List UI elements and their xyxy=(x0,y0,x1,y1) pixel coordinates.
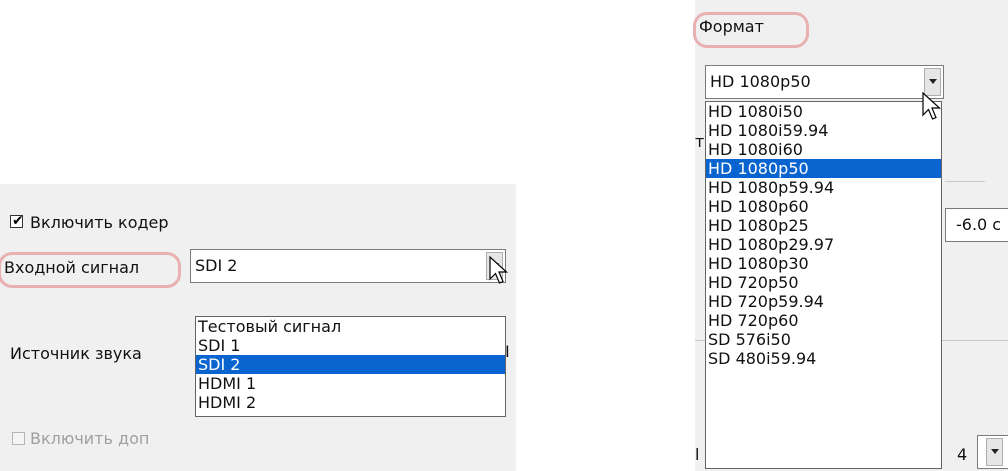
input-signal-combobox[interactable]: SDI 2 xyxy=(190,249,506,283)
level-value: -6.0 c xyxy=(956,215,1002,234)
format-option[interactable]: HD 720p50 xyxy=(706,273,941,292)
format-option[interactable]: HD 1080p30 xyxy=(706,254,941,273)
format-option[interactable]: HD 1080i59.94 xyxy=(706,121,941,140)
format-option[interactable]: HD 1080p29.97 xyxy=(706,235,941,254)
input-signal-label: Входной сигнал xyxy=(4,258,140,277)
format-dropdown-list[interactable]: HD 1080i50 HD 1080i59.94 HD 1080i60 HD 1080… xyxy=(705,101,942,469)
input-signal-option[interactable]: HDMI 2 xyxy=(196,393,505,412)
format-option[interactable]: HD 720p59.94 xyxy=(706,292,941,311)
format-option[interactable]: HD 1080p60 xyxy=(706,197,941,216)
level-field[interactable]: -6.0 c xyxy=(945,208,1008,242)
bottom-left-partial: l xyxy=(695,445,700,464)
format-option[interactable]: HD 1080i60 xyxy=(706,140,941,159)
input-signal-value: SDI 2 xyxy=(195,256,238,275)
format-option[interactable]: HD 1080i50 xyxy=(706,102,941,121)
input-signal-option[interactable]: SDI 1 xyxy=(196,336,505,355)
enable-extra-label: Включить доп xyxy=(30,429,150,448)
enable-encoder-label: Включить кодер xyxy=(30,213,169,232)
mouse-pointer-icon xyxy=(922,92,942,120)
chevron-down-icon xyxy=(991,449,999,454)
mouse-pointer-icon xyxy=(489,256,509,284)
format-option[interactable]: SD 576i50 xyxy=(706,330,941,349)
input-signal-option[interactable]: Тестовый сигнал xyxy=(196,317,505,336)
encoder-settings-panel: ✔ Включить кодер Входной сигнал SDI 2 Ис… xyxy=(0,184,516,471)
format-label: Формат xyxy=(699,17,764,36)
chevron-down-icon xyxy=(929,79,937,84)
input-signal-option-selected[interactable]: SDI 2 xyxy=(196,355,505,374)
bottom-combobox[interactable] xyxy=(977,435,1008,469)
enable-encoder-checkbox[interactable]: ✔ xyxy=(10,213,24,229)
format-value: HD 1080p50 xyxy=(710,72,811,91)
check-mark-icon: ✔ xyxy=(12,213,24,229)
bottom-field-partial: 4 xyxy=(957,445,968,464)
format-combobox[interactable]: HD 1080p50 xyxy=(705,65,944,99)
enable-extra-checkbox xyxy=(12,432,25,445)
format-option[interactable]: HD 1080p25 xyxy=(706,216,941,235)
input-signal-dropdown-list[interactable]: Тестовый сигнал SDI 1 SDI 2 HDMI 1 HDMI 2 xyxy=(195,316,506,417)
bottom-dropdown-button[interactable] xyxy=(986,438,1003,466)
format-option-selected[interactable]: HD 1080p50 xyxy=(706,159,941,178)
format-option[interactable]: SD 480i59.94 xyxy=(706,349,941,368)
format-settings-panel: Формат HD 1080p50 та -6.0 c l 4 HD 1080i… xyxy=(693,0,1008,471)
format-option[interactable]: HD 1080p59.94 xyxy=(706,178,941,197)
input-signal-option[interactable]: HDMI 1 xyxy=(196,374,505,393)
format-option[interactable]: HD 720p60 xyxy=(706,311,941,330)
audio-source-label: Источник звука xyxy=(10,344,142,363)
slider-track xyxy=(945,181,985,182)
